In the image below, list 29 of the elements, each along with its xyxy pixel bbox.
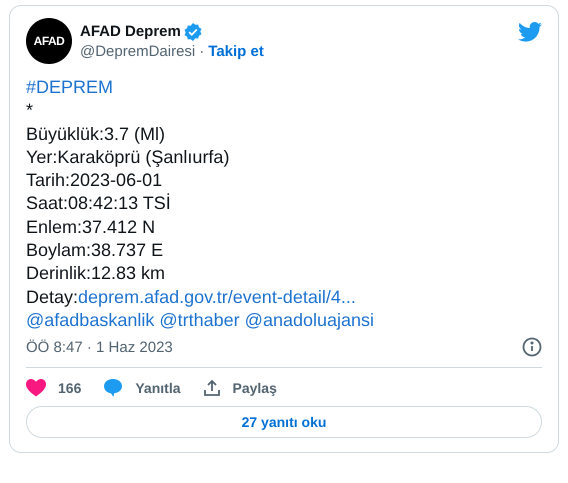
tweet-text-line: Tarih:2023-06-01 (26, 169, 162, 192)
account-handle[interactable]: @DepremDairesi (80, 42, 196, 60)
mention-link[interactable]: @trthaber (159, 308, 240, 332)
hashtag-link[interactable]: #DEPREM (26, 76, 114, 100)
tweet-text-line: Boylam:38.737 E (26, 239, 164, 262)
share-button[interactable]: Paylaş (202, 378, 277, 398)
tweet-text-line: Derinlik:12.83 km (26, 262, 166, 286)
bird-logo-icon[interactable] (518, 22, 542, 42)
tweet-timestamp[interactable]: ÖÖ 8:47 · 1 Haz 2023 (26, 338, 173, 356)
detail-label: Detay: (26, 286, 78, 309)
tweet-text-line: Yer:Karaköprü (Şanlıurfa) (26, 146, 230, 169)
tweet-text-line: Büyüklük:3.7 (Ml) (26, 122, 166, 146)
mention-link[interactable]: @afadbaskanlik (26, 308, 154, 332)
tweet-text-line: Saat:08:42:13 TSİ (26, 192, 171, 216)
detail-link[interactable]: deprem.afad.gov.tr/event-detail/4... (78, 286, 356, 309)
read-replies-button[interactable]: 27 yanıtı oku (26, 406, 542, 438)
info-icon[interactable] (522, 337, 542, 358)
separator-dot: · (199, 42, 204, 60)
tweet-text-line: Enlem:37.412 N (26, 216, 156, 239)
tweet-text-line: * (26, 99, 34, 122)
mention-link[interactable]: @anadoluajansi (244, 308, 374, 332)
avatar-logo[interactable]: AFAD (26, 18, 72, 64)
share-icon (202, 379, 220, 398)
account-name[interactable]: AFAD Deprem (80, 23, 181, 40)
like-button[interactable]: 166 (26, 378, 82, 398)
heart-icon (26, 379, 46, 398)
reply-button[interactable]: Yanıtla (103, 378, 180, 398)
follow-link[interactable]: Takip et (208, 42, 264, 60)
speech-bubble-icon (103, 378, 124, 398)
